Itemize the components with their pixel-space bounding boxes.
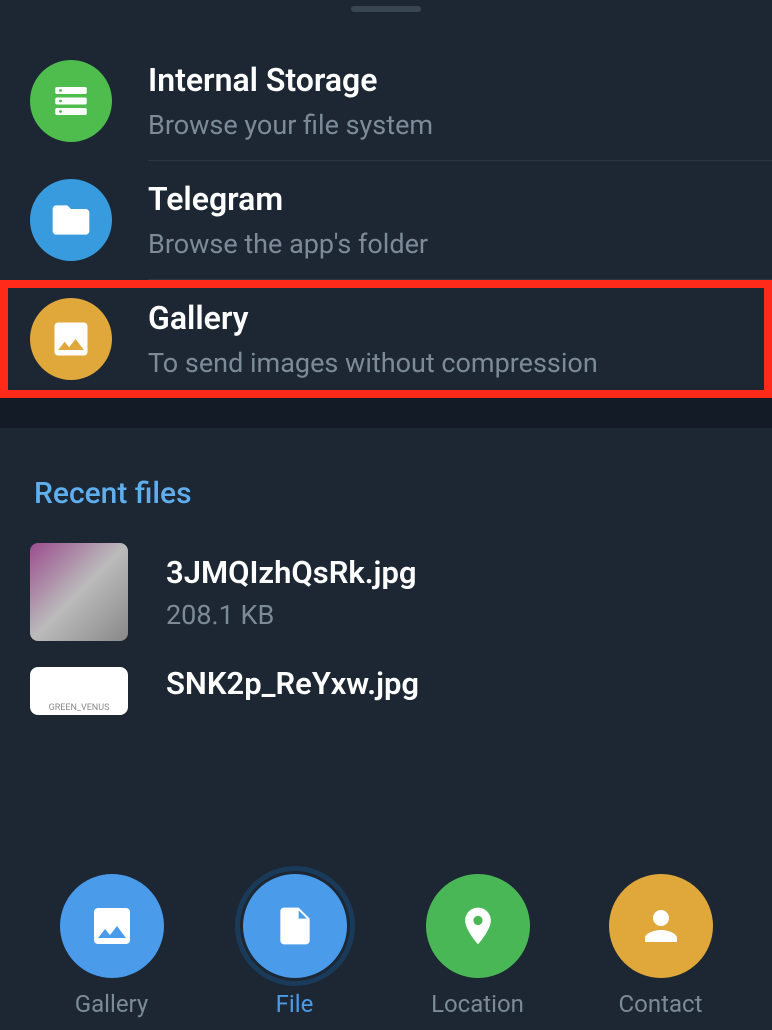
source-title: Internal Storage bbox=[148, 61, 742, 99]
source-item-internal-storage[interactable]: Internal Storage Browse your file system bbox=[0, 42, 772, 160]
location-icon bbox=[426, 874, 530, 978]
recent-files-header: Recent files bbox=[0, 428, 772, 529]
source-title: Telegram bbox=[148, 180, 742, 218]
file-size: 208.1 KB bbox=[166, 599, 417, 631]
file-text: 3JMQIzhQsRk.jpg 208.1 KB bbox=[166, 554, 417, 631]
section-gap bbox=[0, 398, 772, 428]
file-name: SNK2p_ReYxw.jpg bbox=[166, 665, 419, 702]
file-item[interactable]: 3JMQIzhQsRk.jpg 208.1 KB bbox=[0, 529, 772, 655]
file-item[interactable]: GREEN_VENUS SNK2p_ReYxw.jpg bbox=[0, 655, 772, 715]
file-icon bbox=[243, 874, 347, 978]
nav-contact[interactable]: Contact bbox=[591, 874, 731, 1018]
bottom-nav: Gallery File Location Contact bbox=[0, 864, 772, 1030]
source-item-gallery[interactable]: Gallery To send images without compressi… bbox=[0, 280, 772, 398]
source-subtitle: Browse the app's folder bbox=[148, 228, 742, 260]
file-name: 3JMQIzhQsRk.jpg bbox=[166, 554, 417, 591]
nav-file[interactable]: File bbox=[225, 874, 365, 1018]
source-subtitle: To send images without compression bbox=[148, 347, 742, 379]
source-text: Telegram Browse the app's folder bbox=[148, 180, 742, 260]
nav-label: File bbox=[276, 990, 314, 1018]
image-icon bbox=[30, 298, 112, 380]
source-subtitle: Browse your file system bbox=[148, 109, 742, 141]
source-list: Internal Storage Browse your file system… bbox=[0, 12, 772, 398]
nav-location[interactable]: Location bbox=[408, 874, 548, 1018]
nav-label: Gallery bbox=[75, 990, 149, 1018]
file-text: SNK2p_ReYxw.jpg bbox=[166, 665, 419, 710]
source-item-telegram[interactable]: Telegram Browse the app's folder bbox=[0, 161, 772, 279]
nav-gallery[interactable]: Gallery bbox=[42, 874, 182, 1018]
file-thumbnail: GREEN_VENUS bbox=[30, 667, 128, 715]
source-title: Gallery bbox=[148, 299, 742, 337]
image-icon bbox=[60, 874, 164, 978]
storage-icon bbox=[30, 60, 112, 142]
source-text: Internal Storage Browse your file system bbox=[148, 61, 742, 141]
folder-icon bbox=[30, 179, 112, 261]
contact-icon bbox=[609, 874, 713, 978]
source-text: Gallery To send images without compressi… bbox=[148, 299, 742, 379]
file-thumbnail bbox=[30, 543, 128, 641]
nav-label: Contact bbox=[619, 990, 703, 1018]
nav-label: Location bbox=[431, 990, 524, 1018]
